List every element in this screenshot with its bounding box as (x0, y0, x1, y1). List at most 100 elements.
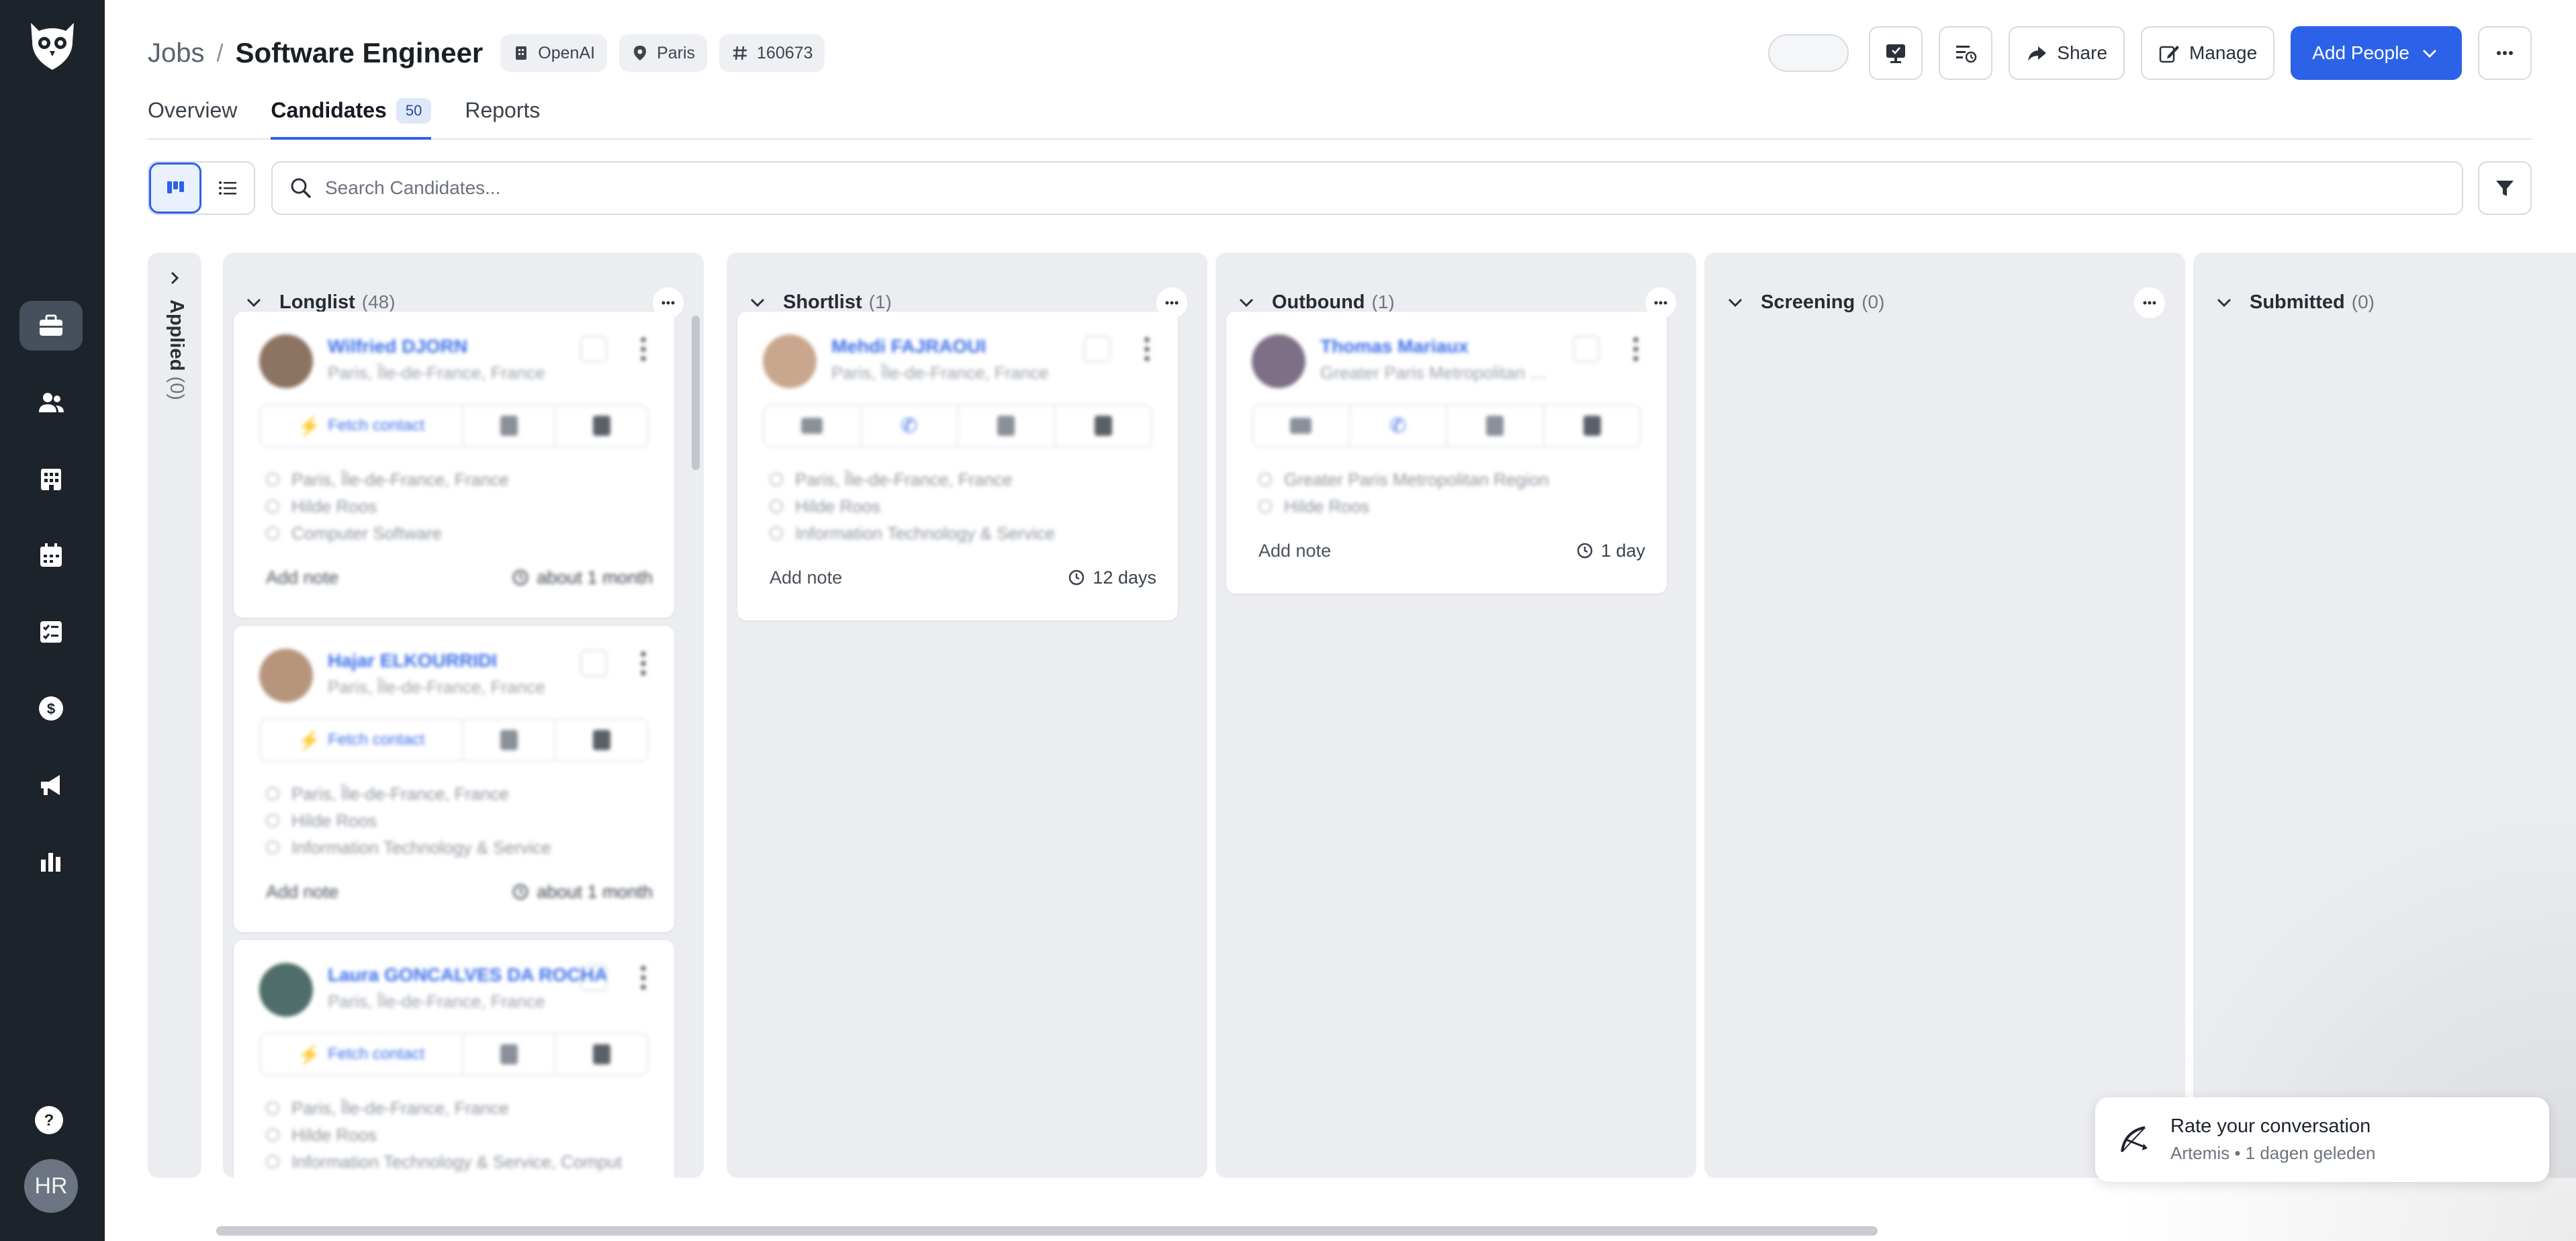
chevron-down-icon[interactable] (2213, 291, 2235, 313)
svg-text:$: $ (47, 700, 55, 717)
candidate-search (271, 161, 2463, 215)
breadcrumb-jobs-link[interactable]: Jobs (148, 38, 205, 68)
kebab-menu-icon[interactable] (637, 334, 650, 364)
candidate-name[interactable]: Mehdi FAJRAOUI (831, 336, 986, 357)
select-checkbox[interactable] (1084, 336, 1111, 363)
add-note-button[interactable]: Add note (1258, 541, 1331, 561)
document-icon (1486, 416, 1504, 436)
chevron-down-icon[interactable] (1236, 291, 1257, 313)
company-chip[interactable]: OpenAI (500, 34, 608, 72)
fetch-contact-button[interactable]: ⚡ Fetch contact (261, 1034, 463, 1074)
select-checkbox[interactable] (580, 964, 607, 991)
chevron-down-icon[interactable] (747, 291, 768, 313)
search-icon (291, 178, 312, 199)
status-toggle[interactable] (1768, 34, 1849, 72)
candidate-location: Paris, Île-de-France, France (328, 991, 545, 1011)
candidate-card[interactable]: Hajar ELKOURRIDI Paris, Île-de-France, F… (234, 626, 674, 932)
call-button[interactable]: ✆ (862, 406, 958, 446)
presentation-button[interactable] (1869, 26, 1923, 80)
location-chip[interactable]: Paris (619, 34, 708, 72)
document-button[interactable] (463, 720, 556, 760)
more-options-button[interactable] (2478, 26, 2532, 80)
kebab-menu-icon[interactable] (637, 963, 650, 993)
email-button[interactable] (1253, 406, 1350, 446)
column-more-button[interactable] (2134, 287, 2165, 318)
document-button[interactable] (463, 1034, 556, 1074)
candidate-card[interactable]: Laura GONCALVES DA ROCHA Paris, Île-de-F… (234, 940, 674, 1178)
list-view-button[interactable] (201, 163, 254, 214)
chevron-down-icon[interactable] (243, 291, 265, 313)
candidate-name[interactable]: Laura GONCALVES DA ROCHA (328, 964, 608, 986)
candidate-card[interactable]: Thomas Mariaux Greater Paris Metropolita… (1226, 312, 1667, 594)
view-toggle (148, 161, 255, 215)
select-checkbox[interactable] (1573, 336, 1600, 363)
archive-button[interactable] (556, 1034, 647, 1074)
filter-button[interactable] (2478, 161, 2532, 215)
document-button[interactable] (1447, 406, 1545, 446)
archive-button[interactable] (1545, 406, 1641, 446)
candidate-location: Greater Paris Metropolitan … (1320, 363, 1548, 383)
candidate-name[interactable]: Wilfried DJORN (328, 336, 467, 357)
nav-billing[interactable]: $ (19, 684, 83, 733)
add-note-button[interactable]: Add note (770, 567, 842, 588)
kanban-view-button[interactable] (149, 163, 202, 214)
archive-button[interactable] (556, 720, 647, 760)
kebab-menu-icon[interactable] (637, 649, 650, 678)
add-people-button[interactable]: Add People (2291, 26, 2462, 80)
tab-overview[interactable]: Overview (148, 94, 237, 140)
call-button[interactable]: ✆ (1350, 406, 1447, 446)
nav-analytics[interactable] (19, 837, 83, 886)
owl-logo-icon[interactable] (24, 17, 81, 74)
time-in-stage: about 1 month (511, 882, 653, 903)
document-button[interactable] (463, 406, 556, 446)
search-input[interactable] (325, 177, 2340, 199)
tab-reports[interactable]: Reports (465, 94, 540, 140)
artemis-bow-icon (2121, 1126, 2148, 1152)
chevron-down-icon[interactable] (1724, 291, 1746, 313)
task-list-button[interactable] (1939, 26, 1993, 80)
add-note-button[interactable]: Add note (266, 567, 338, 588)
owner-icon (1258, 500, 1272, 513)
job-id-chip[interactable]: 160673 (719, 34, 825, 72)
add-note-button[interactable]: Add note (266, 882, 338, 903)
fetch-contact-button[interactable]: ⚡ Fetch contact (261, 720, 463, 760)
rate-conversation-toast[interactable]: Rate your conversation Artemis • 1 dagen… (2095, 1097, 2549, 1182)
manage-button[interactable]: Manage (2141, 26, 2275, 80)
select-checkbox[interactable] (580, 650, 607, 677)
column-count: (0) (2351, 291, 2375, 312)
nav-campaigns[interactable] (19, 760, 83, 810)
applied-column-collapsed[interactable]: Applied (0) (148, 252, 201, 1178)
horizontal-scrollbar[interactable] (216, 1226, 1878, 1236)
archive-button[interactable] (556, 406, 647, 446)
longlist-scrollbar[interactable] (692, 316, 700, 470)
kebab-menu-icon[interactable] (1140, 334, 1154, 364)
fetch-contact-label: Fetch contact (328, 1045, 425, 1063)
email-button[interactable] (764, 406, 862, 446)
archive-button[interactable] (1056, 406, 1152, 446)
help-icon[interactable]: ? (34, 1105, 64, 1136)
user-avatar[interactable]: HR (24, 1159, 78, 1213)
document-button[interactable] (958, 406, 1056, 446)
column-title: Submitted (2250, 291, 2345, 313)
nav-tasks[interactable] (19, 607, 83, 657)
share-button[interactable]: Share (2009, 26, 2125, 80)
fetch-contact-button[interactable]: ⚡ Fetch contact (261, 406, 463, 446)
tab-candidates[interactable]: Candidates 50 (271, 94, 432, 140)
select-checkbox[interactable] (580, 336, 607, 363)
candidate-name[interactable]: Thomas Mariaux (1320, 336, 1469, 357)
nav-companies[interactable] (19, 454, 83, 504)
candidate-details: Paris, Île-de-France, France Hilde Roos … (770, 466, 1055, 547)
chevron-right-icon[interactable] (165, 269, 184, 287)
candidate-card[interactable]: Wilfried DJORN Paris, Île-de-France, Fra… (234, 312, 674, 618)
kebab-menu-icon[interactable] (1629, 334, 1643, 364)
nav-people[interactable] (19, 377, 83, 427)
column-title: Shortlist (783, 291, 862, 313)
nav-jobs[interactable] (19, 301, 83, 351)
candidate-card[interactable]: Mehdi FAJRAOUI Paris, Île-de-France, Fra… (737, 312, 1178, 620)
column-outbound: Outbound (1) Thomas Mariaux Greater Pari… (1215, 252, 1696, 1178)
candidate-name[interactable]: Hajar ELKOURRIDI (328, 650, 497, 672)
time-in-stage: about 1 month (511, 567, 653, 588)
location-icon (266, 787, 279, 800)
time-label: 1 day (1600, 540, 1645, 561)
nav-calendar[interactable] (19, 531, 83, 580)
